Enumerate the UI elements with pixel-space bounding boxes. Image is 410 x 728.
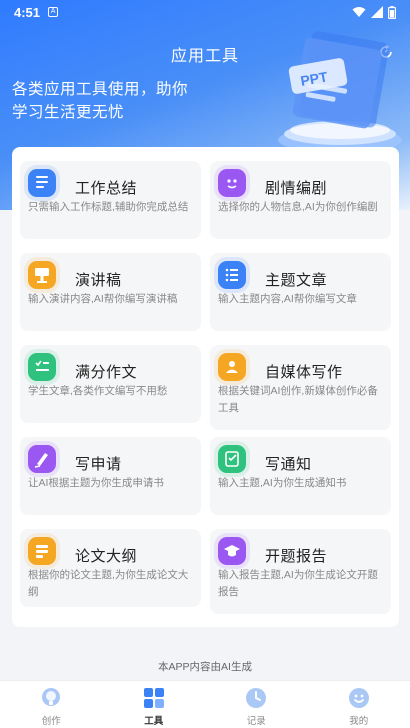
ppt-illustration: PPT <box>278 31 402 153</box>
grid-icon <box>143 688 164 708</box>
tool-description: 输入报告主题,AI为你生成论文开题报告 <box>218 569 378 598</box>
graduation-cap-icon <box>218 537 246 565</box>
tool-title: 剧情编剧 <box>265 180 328 197</box>
tool-card[interactable]: 主题文章输入主题内容,AI帮你编写文章 <box>210 253 391 331</box>
notification-icon: A <box>48 7 59 17</box>
battery-icon <box>388 5 396 19</box>
tool-card[interactable]: 演讲稿输入演讲内容,AI帮你编写演讲稿 <box>20 253 201 331</box>
tool-title: 工作总结 <box>75 180 138 197</box>
tool-title: 演讲稿 <box>75 272 122 289</box>
podium-icon <box>28 261 56 289</box>
nav-records-label: 记录 <box>246 716 266 727</box>
tools-panel: 工作总结 只需输入工作标题,辅助你完成总结 剧情编剧 选择你的人物信息,AI为你创作编… <box>12 147 399 627</box>
edit-icon <box>218 445 246 473</box>
outline-icon <box>28 537 56 565</box>
tool-title: 开题报告 <box>265 548 328 565</box>
tool-description: 输入主题内容,AI帮你编写文章 <box>218 293 357 305</box>
status-bar: 4:51 A <box>0 0 410 24</box>
tool-title: 主题文章 <box>265 272 328 289</box>
clock-icon <box>246 688 267 708</box>
tool-description: 选择你的人物信息,AI为你创作编剧 <box>218 201 378 213</box>
nav-mine[interactable]: 我的 <box>308 681 410 728</box>
pen-icon <box>28 445 56 473</box>
checklist-icon <box>28 353 56 381</box>
bottom-nav: 创作 工具 记录 我的 <box>0 680 410 728</box>
tool-description: 输入演讲内容,AI帮你编写演讲稿 <box>28 293 178 305</box>
tool-title: 写申请 <box>75 456 122 473</box>
nav-mine-label: 我的 <box>349 716 369 727</box>
tool-description: 输入主题,AI为你生成通知书 <box>218 477 347 489</box>
nav-create-label: 创作 <box>41 716 61 727</box>
tool-card[interactable]: 写通知输入主题,AI为你生成通知书 <box>210 437 391 515</box>
tool-card[interactable]: 写申请让AI根据主题为你生成申请书 <box>20 437 201 515</box>
tool-description: 学生文章,各类作文编写不用愁 <box>28 385 168 397</box>
wifi-icon <box>352 7 366 17</box>
tool-title: 论文大纲 <box>75 548 138 565</box>
nav-tools-label: 工具 <box>144 716 164 727</box>
hero-tagline: 各类应用工具使用，助你学习生活更无忧 <box>12 81 189 121</box>
document-icon <box>28 169 56 197</box>
tool-card[interactable]: 论文大纲根据你的论文主题,为你生成论文大纲 <box>20 529 201 607</box>
tool-card[interactable]: 满分作文学生文章,各类作文编写不用愁 <box>20 345 201 423</box>
nav-tools[interactable]: 工具 <box>103 681 206 728</box>
tool-title: 满分作文 <box>75 364 138 381</box>
ai-disclaimer: 本APP内容由AI生成 <box>158 661 252 673</box>
tool-card[interactable]: 工作总结只需输入工作标题,辅助你完成总结 <box>20 161 201 239</box>
list-icon <box>218 261 246 289</box>
signal-icon <box>371 6 383 18</box>
tool-card[interactable]: 自媒体写作根据关键词AI创作,新媒体创作必备工具 <box>210 345 391 430</box>
tool-description: 只需输入工作标题,辅助你完成总结 <box>28 201 189 213</box>
theater-icon <box>218 169 246 197</box>
nav-records[interactable]: 记录 <box>205 681 308 728</box>
tool-title: 写通知 <box>265 456 312 473</box>
lightbulb-icon <box>42 688 61 706</box>
tool-description: 根据关键词AI创作,新媒体创作必备工具 <box>218 385 378 414</box>
tool-card[interactable]: 剧情编剧选择你的人物信息,AI为你创作编剧 <box>210 161 391 239</box>
profile-icon <box>218 353 246 381</box>
smiley-icon <box>348 688 369 708</box>
nav-create[interactable]: 创作 <box>0 681 103 728</box>
tool-description: 根据你的论文主题,为你生成论文大纲 <box>28 569 189 598</box>
tool-description: 让AI根据主题为你生成申请书 <box>28 477 164 489</box>
status-time: 4:51 <box>14 4 41 20</box>
tool-title: 自媒体写作 <box>265 364 343 381</box>
tool-card[interactable]: 开题报告输入报告主题,AI为你生成论文开题报告 <box>210 529 391 614</box>
